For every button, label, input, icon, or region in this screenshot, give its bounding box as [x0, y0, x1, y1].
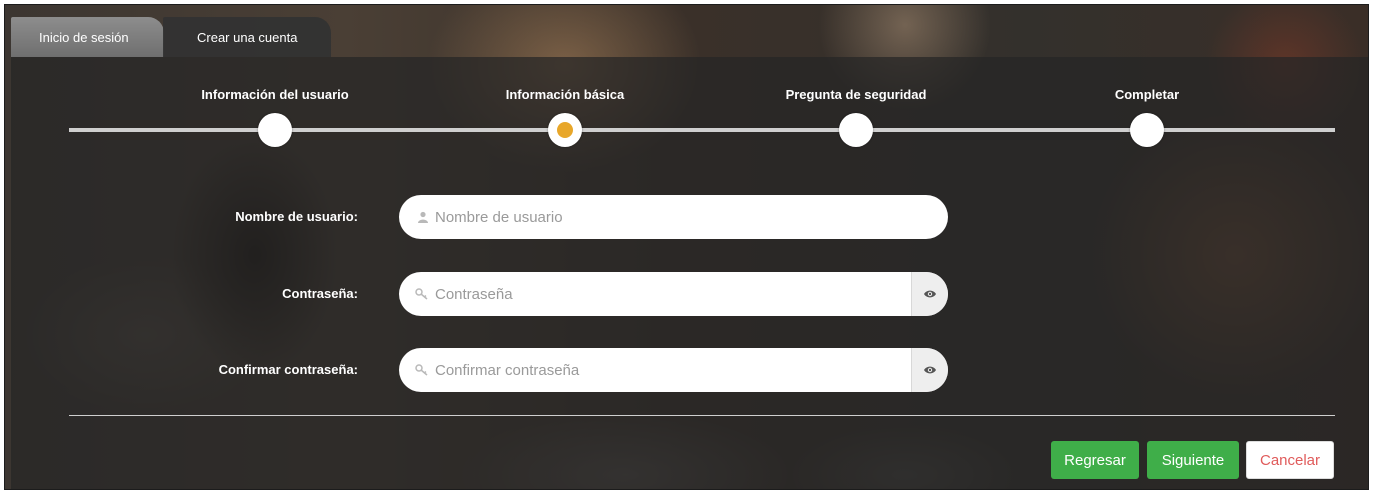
confirm-password-field: [399, 348, 948, 392]
tab-login-label: Inicio de sesión: [39, 29, 129, 45]
form-divider: [69, 415, 1335, 416]
confirm-password-input[interactable]: [433, 348, 911, 392]
password-field: [399, 272, 948, 316]
step-dot-basic-info: [548, 113, 582, 147]
step-label-security-question: Pregunta de seguridad: [785, 87, 927, 102]
key-icon: [399, 364, 433, 376]
eye-icon: [924, 366, 936, 374]
tab-create-account[interactable]: Crear una cuenta: [163, 17, 331, 57]
confirm-password-visibility-toggle[interactable]: [911, 348, 948, 392]
back-button[interactable]: Regresar: [1051, 441, 1139, 479]
confirm-password-label: Confirmar contraseña:: [218, 362, 358, 377]
username-label: Nombre de usuario:: [235, 209, 358, 224]
key-icon: [399, 288, 433, 300]
next-button[interactable]: Siguiente: [1147, 441, 1239, 479]
create-account-panel: Información del usuario Información bási…: [11, 57, 1368, 489]
step-label-basic-info: Información básica: [505, 87, 625, 102]
cancel-button[interactable]: Cancelar: [1246, 441, 1334, 479]
step-dot-complete: [1130, 113, 1164, 147]
step-label-complete: Completar: [1114, 87, 1180, 102]
step-label-user-info: Información del usuario: [201, 87, 349, 102]
window-frame: Inicio de sesión Crear una cuenta Inform…: [4, 4, 1369, 490]
password-input[interactable]: [433, 272, 911, 316]
username-input[interactable]: [433, 195, 948, 239]
tab-login[interactable]: Inicio de sesión: [11, 17, 164, 57]
tab-bar: Inicio de sesión Crear una cuenta: [5, 5, 1368, 57]
tab-create-account-label: Crear una cuenta: [197, 29, 298, 45]
password-visibility-toggle[interactable]: [911, 272, 948, 316]
step-dot-security-question: [839, 113, 873, 147]
password-label: Contraseña:: [282, 286, 358, 301]
username-field: [399, 195, 948, 239]
step-dot-user-info: [258, 113, 292, 147]
eye-icon: [924, 290, 936, 298]
user-icon: [399, 211, 433, 223]
